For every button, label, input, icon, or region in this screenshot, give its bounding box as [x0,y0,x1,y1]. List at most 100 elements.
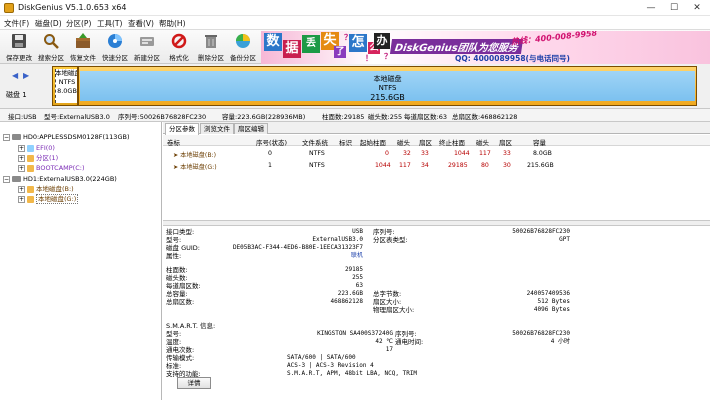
collapse-icon[interactable]: − [3,175,10,183]
menu-help[interactable]: 帮助(H) [159,18,186,29]
disk-label: 磁盘 1 [6,91,27,99]
expand-icon[interactable]: + [18,154,25,162]
column-header[interactable]: 容量 [533,137,546,147]
tree-partition[interactable]: + 本地磁盘(B:) [18,184,74,194]
search-partition-button[interactable]: 搜索分区 [36,31,66,63]
details-button[interactable]: 详情 [177,377,211,389]
expand-icon[interactable]: + [18,185,25,193]
cell-start-cylinder: 1044 [375,162,391,169]
menu-tools[interactable]: 工具(T) [97,18,122,29]
detail-value: 468862128 [330,298,363,305]
column-header[interactable]: 终止柱面 [439,137,465,147]
detail-value: DE05B3AC-F344-4ED6-B80E-1EECA31323F7 [232,244,363,251]
table-row[interactable]: ➤ 本地磁盘(B:) 0 NTFS 0 32 33 1044 117 33 8.… [163,148,710,160]
collapse-icon[interactable]: − [3,133,10,141]
detail-label: 标准: [166,362,182,370]
column-header[interactable]: 序号(状态) [256,137,287,147]
partition-icon [27,164,34,172]
minimize-button[interactable]: — [640,1,662,15]
detail-value: USB [352,228,363,235]
detail-label: 物理扇区大小: [373,306,415,314]
info-serial: 序列号:50026B76828FC230 [118,113,207,121]
column-header[interactable]: 磁头 [397,137,410,147]
detail-value: 512 Bytes [537,298,570,305]
partition-size: 215.6GB [370,93,405,102]
tree-disk-hd1[interactable]: − HD1:ExternalUSB3.0(224GB) [3,174,117,184]
expand-icon[interactable]: + [18,164,25,172]
backup-icon [236,34,250,48]
cell-start-sector: 34 [421,162,429,169]
detail-label: 通电时间: [395,338,424,346]
cell-index: 1 [268,162,272,169]
expand-icon[interactable]: + [18,195,25,203]
cell-start-head: 32 [403,150,411,157]
partition-name: 本地磁盘 [55,69,77,77]
next-disk-icon[interactable]: ▶ [23,71,31,80]
banner-char: 据 [283,40,301,58]
tab-browse-files[interactable]: 浏览文件 [200,123,234,134]
tree-partition[interactable]: + BOOTCAMP(C:) [18,163,84,173]
cell-end-sector: 30 [503,162,511,169]
tree-disk-hd0[interactable]: − HD0:APPLESSDSM0128F(113GB) [3,132,129,142]
column-header[interactable]: 文件系统 [302,137,328,147]
detail-value: 240057409536 [526,290,570,297]
column-header[interactable]: 起始柱面 [360,137,386,147]
new-partition-icon [140,37,154,46]
detail-label: 总字节数: [373,290,402,298]
table-row[interactable]: ➤ 本地磁盘(G:) 1 NTFS 1044 117 34 29185 80 3… [163,160,710,172]
info-heads: 磁头数:255 [368,113,403,121]
tab-partition-params[interactable]: 分区参数 [165,123,199,135]
format-button[interactable]: 格式化 [164,31,194,63]
cell-fs: NTFS [309,162,325,169]
column-header[interactable]: 磁头 [476,137,489,147]
detail-label: 序列号: [373,228,395,236]
detail-label: 传输模式: [166,354,195,362]
menu-view[interactable]: 查看(V) [128,18,154,29]
detail-value: KINGSTON SA400S37240G [317,330,393,337]
banner-punct: ？ [344,32,352,42]
app-icon [4,3,14,13]
close-button[interactable]: ✕ [686,1,708,15]
detail-value: 29185 [344,266,363,273]
tree-partition[interactable]: + 本地磁盘(G:) [18,194,79,204]
banner-brand: DiskGenius团队为您服务 [389,39,524,54]
partition-block-g[interactable]: 本地磁盘 NTFS 215.6GB [78,66,697,106]
prev-disk-icon[interactable]: ◀ [12,71,20,80]
new-partition-button[interactable]: 新建分区 [132,31,162,63]
quick-partition-button[interactable]: 快速分区 [100,31,130,63]
expand-icon[interactable]: + [18,144,25,152]
column-header[interactable]: 扇区 [419,137,432,147]
cell-start-sector: 33 [421,150,429,157]
cell-end-sector: 33 [503,150,511,157]
menu-disk[interactable]: 磁盘(D) [35,18,62,29]
partition-table-header: 卷标 序号(状态) 文件系统 标识 起始柱面 磁头 扇区 终止柱面 磁头 扇区 … [163,135,710,147]
delete-partition-button[interactable]: 删除分区 [196,31,226,63]
menu-partition[interactable]: 分区(P) [66,18,91,29]
column-header[interactable]: 标识 [339,137,352,147]
maximize-button[interactable]: ☐ [663,1,685,15]
smart-title: S.M.A.R.T. 信息: [166,322,216,330]
recover-icon [76,33,90,48]
promo-banner[interactable]: 数 据 丢 失 了 怎 么 办 ？ ！ ？ DiskGenius团队为您服务 热… [261,31,710,64]
tree-partition[interactable]: + 分区(1) [18,153,58,163]
backup-partition-button[interactable]: 备份分区 [228,31,258,63]
partition-block-b[interactable]: 本地磁盘 NTFS 8.0GB [52,66,78,106]
menu-file[interactable]: 文件(F) [4,18,29,29]
recover-files-button[interactable]: 恢复文件 [68,31,98,63]
cell-index: 0 [268,150,272,157]
tree-partition[interactable]: + EFI(0) [18,143,55,153]
column-header[interactable]: 扇区 [499,137,512,147]
column-header[interactable]: 卷标 [167,137,180,147]
partition-icon [27,154,34,162]
detail-value: 17 [385,346,393,353]
banner-char: 数 [264,33,282,51]
menu-bar: 文件(F) 磁盘(D) 分区(P) 工具(T) 查看(V) 帮助(H) [0,16,710,30]
detail-value: 50026B76828FC230 [512,228,570,235]
detail-label: 磁盘 GUID: [166,244,200,252]
cell-label: ➤ 本地磁盘(G:) [173,164,217,171]
hard-disk-icon [12,134,21,140]
save-button[interactable]: 保存更改 [4,31,34,63]
detail-label: 型号: [166,236,182,244]
tab-sector-edit[interactable]: 扇区编辑 [234,123,268,134]
detail-label: 柱面数: [166,266,188,274]
